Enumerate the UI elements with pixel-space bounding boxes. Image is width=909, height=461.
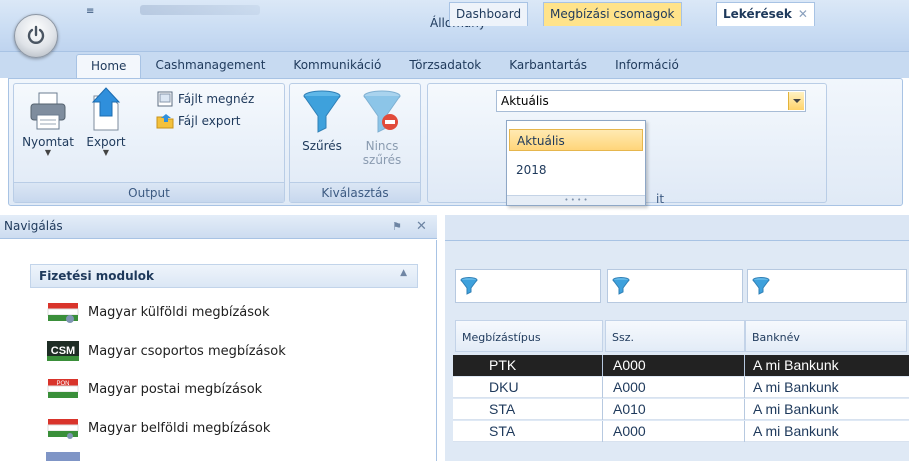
file-select[interactable]: Aktuális	[496, 90, 806, 112]
svg-text:CSM: CSM	[51, 345, 75, 357]
file-group-label: it	[656, 192, 665, 206]
tab-karbantartas[interactable]: Karbantartás	[495, 54, 601, 78]
cell-ssz: A000	[613, 355, 745, 376]
output-group: Nyomtat ▼ Export ▼ Fájlt megnéz Fájl exp…	[13, 83, 285, 203]
table-row[interactable]: STA A000 A mi Bankunk	[453, 421, 909, 442]
dropdown-option-aktualis[interactable]: Aktuális	[509, 129, 643, 151]
tab-payment-packages[interactable]: Megbízási csomagok	[543, 2, 682, 26]
filter-cell-bank[interactable]	[747, 269, 907, 303]
group-title: Fizetési modulok	[39, 269, 154, 283]
export-icon	[91, 87, 121, 131]
document-view-icon	[157, 91, 173, 107]
tab-requests[interactable]: Lekérések ✕	[716, 2, 815, 26]
funnel-icon	[752, 277, 770, 295]
nav-item-label: Magyar belföldi megbízások	[88, 420, 271, 436]
nav-item-partial[interactable]	[46, 452, 80, 461]
column-header-ssz[interactable]: Ssz.	[605, 320, 745, 352]
cell-bank: A mi Bankunk	[753, 401, 839, 417]
export-button[interactable]: Export ▼	[78, 86, 134, 157]
hungarian-flag-icon	[47, 303, 79, 323]
print-button[interactable]: Nyomtat ▼	[18, 90, 78, 157]
no-filter-label-1: Nincs	[365, 139, 399, 153]
filter-label: Szűrés	[302, 139, 342, 153]
tab-kommunikacio[interactable]: Kommunikáció	[279, 54, 395, 78]
column-header-bank[interactable]: Banknév	[745, 320, 907, 352]
nav-item-postal[interactable]: PON Magyar postai megbízások	[46, 374, 262, 404]
folder-export-icon	[156, 114, 174, 129]
application-menu-button[interactable]	[14, 14, 58, 58]
nav-item-label: Magyar postai megbízások	[88, 381, 263, 397]
file-dropdown-list: Aktuális 2018 • • • •	[506, 120, 646, 206]
cell-type: PTK	[489, 355, 603, 376]
nav-item-foreign[interactable]: Magyar külföldi megbízások	[46, 297, 270, 327]
nav-item-domestic[interactable]: Magyar belföldi megbízások	[46, 413, 270, 443]
close-tab-icon[interactable]: ✕	[798, 7, 808, 21]
cell-bank: A mi Bankunk	[753, 379, 839, 395]
svg-text:PON: PON	[56, 381, 69, 387]
no-filter-label-2: szűrés	[362, 153, 402, 167]
export-label: Export	[86, 135, 126, 149]
window-title	[140, 5, 260, 15]
file-view-label: Fájlt megnéz	[178, 92, 255, 106]
filter-button[interactable]: Szűrés	[294, 88, 350, 153]
cell-ssz: A010	[613, 399, 745, 420]
funnel-icon	[612, 277, 630, 295]
chevron-down-icon: ▼	[44, 148, 52, 157]
close-icon[interactable]: ✕	[416, 219, 427, 234]
tab-torzsadatok[interactable]: Törzsadatok	[395, 54, 495, 78]
ribbon-tabs: Home Cashmanagement Kommunikáció Törzsad…	[76, 54, 693, 78]
file-export-label: Fájl export	[178, 114, 241, 128]
navigation-header: Navigálás	[0, 215, 437, 239]
printer-icon	[30, 92, 66, 130]
tab-home[interactable]: Home	[76, 54, 142, 78]
hungarian-flag-icon	[47, 419, 79, 439]
cell-type: DKU	[489, 377, 603, 398]
selection-group-label: Kiválasztás	[290, 182, 420, 202]
column-header-type[interactable]: Megbízástípus	[455, 320, 603, 352]
tab-dashboard[interactable]: Dashboard	[449, 2, 529, 26]
dropdown-option-2018[interactable]: 2018	[509, 159, 643, 181]
nav-item-label: Magyar külföldi megbízások	[88, 304, 270, 320]
tab-requests-label: Lekérések	[723, 7, 792, 21]
filter-cell-type[interactable]	[455, 269, 601, 303]
document-tab-strip	[445, 215, 909, 241]
cell-ssz: A000	[613, 377, 745, 398]
chevron-up-icon[interactable]: ▲	[400, 268, 407, 278]
navigation-title: Navigálás	[4, 219, 63, 233]
cell-type: STA	[489, 421, 603, 442]
funnel-remove-icon	[363, 90, 401, 133]
quick-access-toolbar[interactable]: ≡	[86, 6, 94, 17]
cell-bank: A mi Bankunk	[753, 423, 839, 439]
funnel-icon	[460, 277, 478, 295]
funnel-icon	[303, 90, 341, 133]
payment-modules-group[interactable]: Fizetési modulok ▲	[30, 264, 418, 288]
cell-type: STA	[489, 399, 603, 420]
table-row[interactable]: PTK A000 A mi Bankunk	[453, 355, 909, 376]
print-label: Nyomtat	[22, 135, 74, 149]
file-view-button[interactable]: Fájlt megnéz	[156, 90, 254, 108]
chevron-down-icon: ▼	[102, 148, 110, 157]
file-select-value: Aktuális	[501, 94, 549, 108]
power-icon	[27, 25, 45, 44]
tab-cashmanagement[interactable]: Cashmanagement	[141, 54, 279, 78]
table-row[interactable]: STA A010 A mi Bankunk	[453, 399, 909, 420]
filter-cell-ssz[interactable]	[607, 269, 743, 303]
csm-icon: CSM	[47, 341, 79, 361]
pin-icon[interactable]: ⚑	[392, 220, 402, 233]
table-row[interactable]: DKU A000 A mi Bankunk	[453, 377, 909, 398]
file-export-button[interactable]: Fájl export	[156, 112, 241, 130]
resize-grip[interactable]: • • • •	[507, 195, 645, 205]
selection-group: Szűrés Nincs szűrés Kiválasztás	[289, 83, 421, 203]
cell-bank: A mi Bankunk	[753, 357, 839, 373]
cell-ssz: A000	[613, 421, 745, 442]
pon-icon: PON	[47, 379, 79, 398]
no-filter-button[interactable]: Nincs szűrés	[352, 88, 412, 167]
output-group-label: Output	[14, 182, 284, 202]
nav-item-label: Magyar csoportos megbízások	[88, 343, 286, 359]
nav-item-group[interactable]: CSM Magyar csoportos megbízások	[46, 336, 286, 366]
tab-informacio[interactable]: Információ	[601, 54, 693, 78]
dropdown-arrow-icon[interactable]	[788, 92, 804, 110]
